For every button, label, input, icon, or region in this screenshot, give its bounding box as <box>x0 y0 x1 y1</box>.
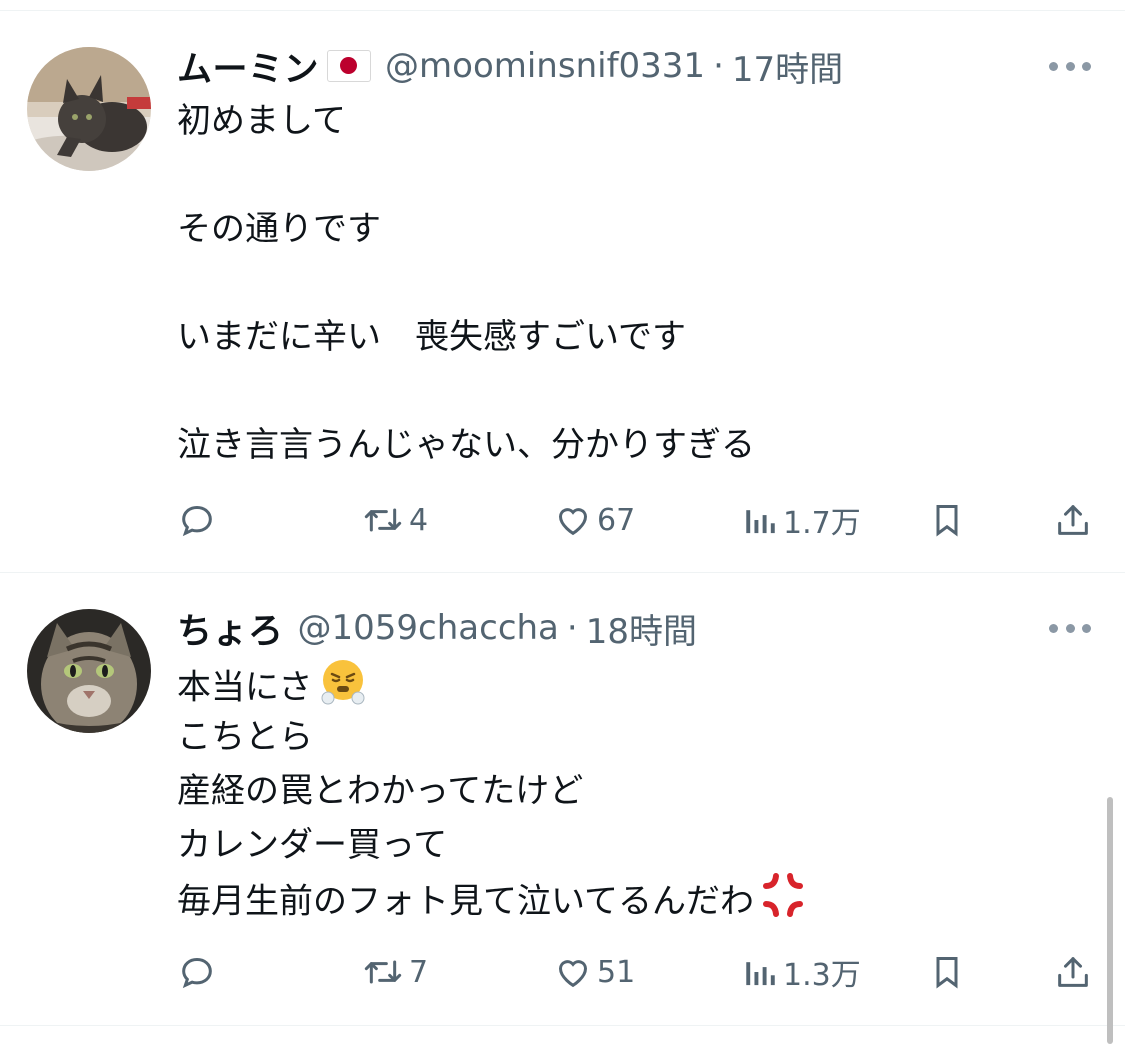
tweet-line-text: 毎月生前のフォト見て泣いてるんだわ <box>177 881 754 922</box>
tweet-line: いまだに辛い 喪失感すごいです <box>177 317 686 357</box>
tweet-text: 初めまして その通りです いまだに辛い 喪失感すごいです 泣き言言うんじゃない、… <box>177 94 755 472</box>
more-options-icon[interactable] <box>1049 622 1091 634</box>
view-count: 1.7万 <box>783 506 861 541</box>
separator-dot: · <box>713 46 724 86</box>
view-count: 1.3万 <box>783 958 861 993</box>
views-chart-icon <box>746 962 775 986</box>
retweet-count: 7 <box>409 954 429 990</box>
retweet-icon <box>364 960 402 984</box>
views-button[interactable]: 1.3万 <box>743 947 861 997</box>
user-handle[interactable]: @1059chaccha <box>298 608 559 648</box>
reply-button[interactable] <box>177 947 217 997</box>
tweet-header: ちょろ @1059chaccha · 18時間 <box>177 604 697 653</box>
more-options-icon[interactable] <box>1049 60 1091 72</box>
views-button[interactable]: 1.7万 <box>743 495 861 545</box>
like-button[interactable]: 51 <box>553 947 635 997</box>
tweet-line: 本当にさ <box>177 656 806 710</box>
display-name[interactable]: ちょろ <box>177 603 284 654</box>
divider <box>0 572 1125 573</box>
tweet-line-text: 本当にさ <box>177 667 313 708</box>
share-button[interactable] <box>1053 495 1093 545</box>
tweet-line: 産経の罠とわかってたけど <box>177 771 584 811</box>
tweet-line: 初めまして <box>177 101 346 141</box>
retweet-icon <box>364 508 402 532</box>
like-count: 67 <box>597 502 636 538</box>
timestamp[interactable]: 18時間 <box>586 604 697 653</box>
tweet-line: その通りです <box>177 209 381 249</box>
divider-top <box>0 10 1125 11</box>
tweet-actions: 4 67 1.7万 <box>177 495 1093 545</box>
reply-button[interactable] <box>177 495 217 545</box>
like-button[interactable]: 67 <box>553 495 635 545</box>
bookmark-button[interactable] <box>929 947 965 997</box>
reply-icon <box>182 505 212 537</box>
tweet-line: カレンダー買って <box>177 825 448 865</box>
face-with-steam-emoji-icon <box>318 656 368 722</box>
tweet-line: 毎月生前のフォト見て泣いてるんだわ <box>177 872 806 926</box>
anger-symbol-emoji-icon <box>760 872 806 934</box>
reply-icon <box>182 957 212 989</box>
like-count: 51 <box>597 954 636 990</box>
retweet-button[interactable]: 7 <box>361 947 428 997</box>
user-handle[interactable]: @moominsnif0331 <box>385 46 705 86</box>
heart-icon <box>558 508 588 536</box>
timestamp[interactable]: 17時間 <box>732 42 843 91</box>
views-chart-icon <box>746 510 775 534</box>
japan-flag-icon <box>327 50 372 82</box>
share-button[interactable] <box>1053 947 1093 997</box>
display-name[interactable]: ムーミン <box>177 41 319 92</box>
tweet-line: 泣き言言うんじゃない、分かりすぎる <box>177 425 755 465</box>
bookmark-icon <box>936 505 958 537</box>
separator-dot: · <box>566 608 578 648</box>
tweet-actions: 7 51 1.3万 <box>177 947 1093 997</box>
tweet-text: 本当にさ こちとら 産経の罠とわかってたけど カレンダー買って 毎月生前のフォト… <box>177 656 806 926</box>
retweet-button[interactable]: 4 <box>361 495 428 545</box>
avatar[interactable] <box>27 609 151 733</box>
bookmark-icon <box>936 957 958 989</box>
avatar[interactable] <box>27 47 151 171</box>
share-icon <box>1058 505 1088 535</box>
bookmark-button[interactable] <box>929 495 965 545</box>
tweet-line: こちとら <box>177 717 313 757</box>
tweet-header: ムーミン @moominsnif0331 · 17時間 <box>177 42 843 91</box>
share-icon <box>1058 957 1088 987</box>
scrollbar[interactable] <box>1107 797 1113 1044</box>
retweet-count: 4 <box>409 502 429 538</box>
heart-icon <box>558 960 588 988</box>
divider <box>0 1025 1125 1026</box>
